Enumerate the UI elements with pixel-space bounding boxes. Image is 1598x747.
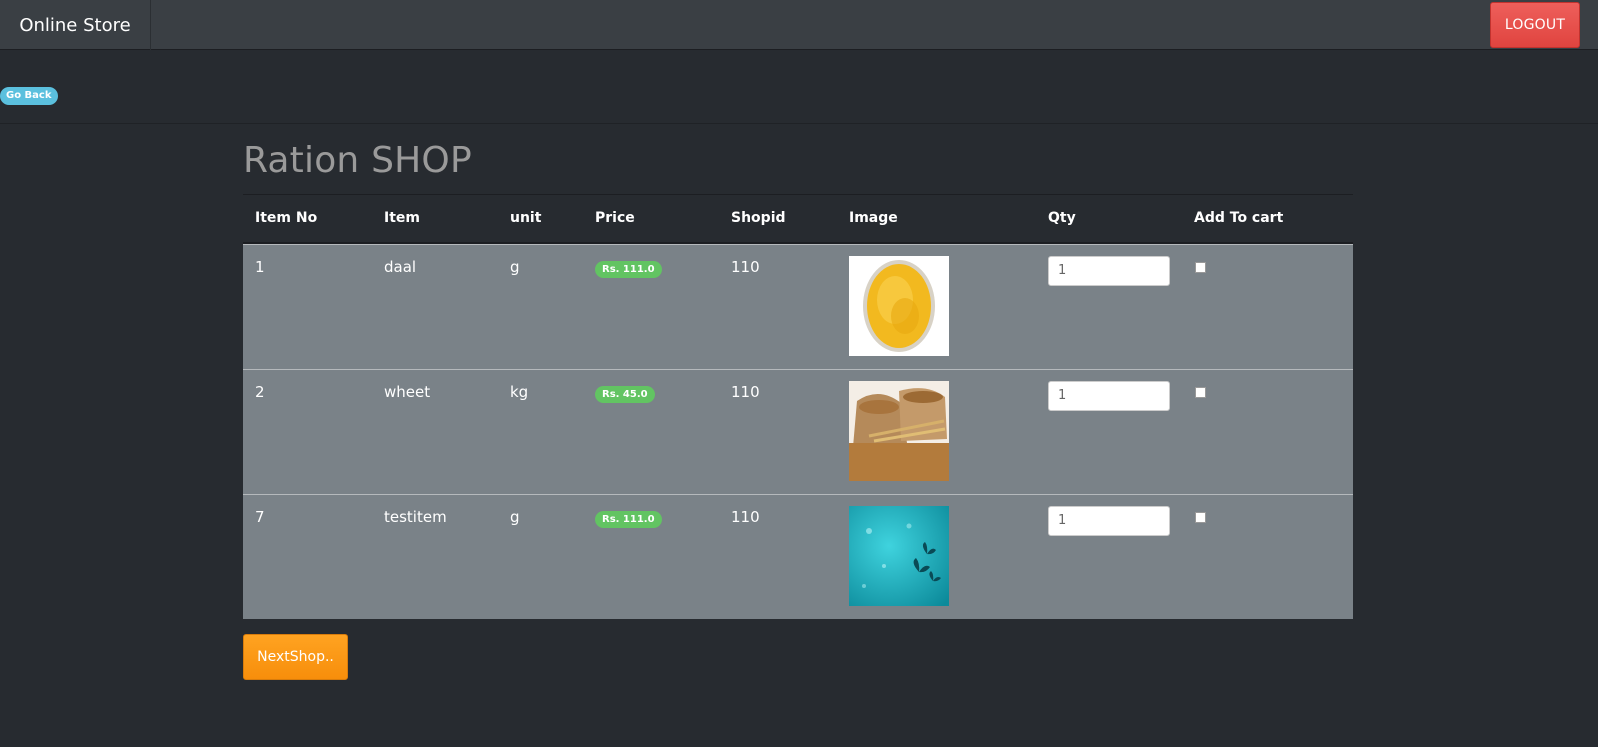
item-name-cell: daal <box>384 258 417 276</box>
daal-image <box>849 256 949 356</box>
header-qty: Qty <box>1048 210 1076 226</box>
page-title: Ration SHOP <box>243 140 472 181</box>
table-row: 7 testitem g Rs. 111.0 110 1 <box>243 494 1353 619</box>
header-price: Price <box>595 210 635 226</box>
add-to-cart-checkbox[interactable] <box>1195 262 1206 273</box>
table-row: 1 daal g Rs. 111.0 110 1 <box>243 244 1353 369</box>
item-name-cell: wheet <box>384 383 431 401</box>
header-image: Image <box>849 210 898 226</box>
item-no-cell: 1 <box>255 258 265 276</box>
table-header: Item No Item unit Price Shopid Image Qty… <box>243 195 1353 244</box>
go-back-button[interactable]: Go Back <box>0 87 58 105</box>
item-name-cell: testitem <box>384 508 447 526</box>
item-no-cell: 2 <box>255 383 265 401</box>
header-item-no: Item No <box>255 210 318 226</box>
add-to-cart-checkbox[interactable] <box>1195 512 1206 523</box>
header-item: Item <box>384 210 420 226</box>
header-shopid: Shopid <box>731 210 786 226</box>
quantity-input[interactable]: 1 <box>1048 381 1170 411</box>
header-unit: unit <box>510 210 542 226</box>
price-badge: Rs. 45.0 <box>595 386 655 403</box>
price-badge: Rs. 111.0 <box>595 511 662 528</box>
unit-cell: kg <box>510 383 529 401</box>
quantity-input[interactable]: 1 <box>1048 256 1170 286</box>
items-table: Item No Item unit Price Shopid Image Qty… <box>243 194 1353 619</box>
header-add-to-cart: Add To cart <box>1194 210 1284 226</box>
price-badge: Rs. 111.0 <box>595 261 662 278</box>
unit-cell: g <box>510 258 520 276</box>
quantity-input[interactable]: 1 <box>1048 506 1170 536</box>
teal-butterflies-image <box>849 506 949 606</box>
wheat-sack-image <box>849 381 949 481</box>
item-no-cell: 7 <box>255 508 265 526</box>
unit-cell: g <box>510 508 520 526</box>
next-shop-button[interactable]: NextShop.. <box>243 634 348 680</box>
brand-link[interactable]: Online Store <box>0 0 151 50</box>
table-row: 2 wheet kg Rs. 45.0 110 1 <box>243 369 1353 494</box>
shopid-cell: 110 <box>731 508 760 526</box>
logout-button[interactable]: LOGOUT <box>1490 2 1580 48</box>
navbar: Online Store LOGOUT <box>0 0 1598 50</box>
add-to-cart-checkbox[interactable] <box>1195 387 1206 398</box>
subheader-bar <box>0 51 1598 124</box>
shopid-cell: 110 <box>731 383 760 401</box>
shopid-cell: 110 <box>731 258 760 276</box>
